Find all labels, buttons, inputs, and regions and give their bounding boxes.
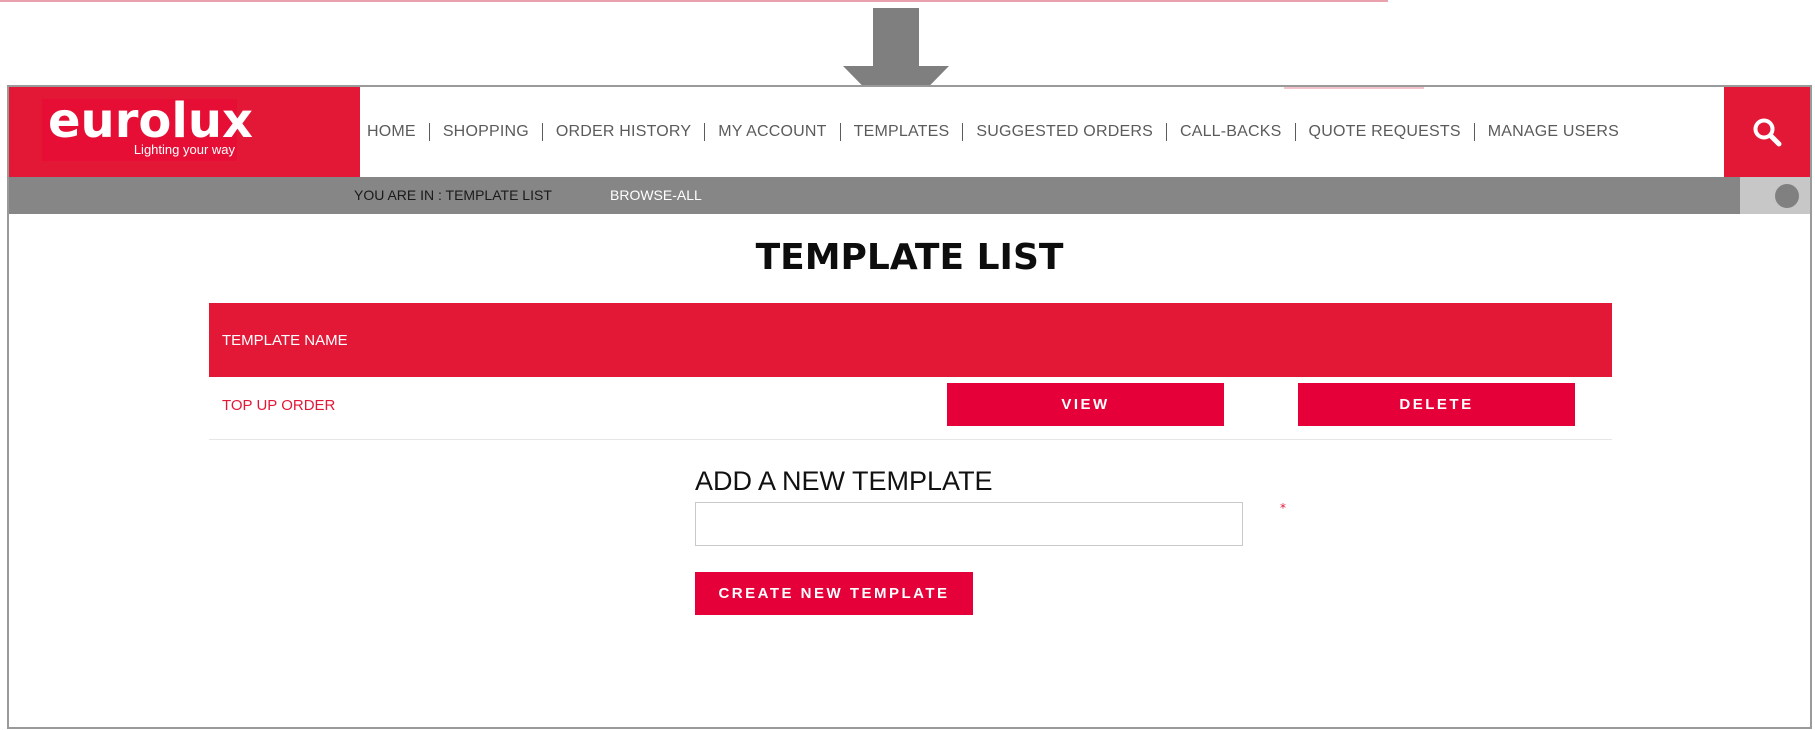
create-new-template-button[interactable]: CREATE NEW TEMPLATE [695,572,973,615]
search-button[interactable] [1724,87,1810,177]
toggle-knob [1775,184,1799,208]
top-divider-line [0,0,1388,2]
template-name-link[interactable]: TOP UP ORDER [222,397,335,414]
breadcrumb-location: YOU ARE IN : TEMPLATE LIST [354,187,552,203]
table-row: TOP UP ORDER VIEW DELETE [209,377,1612,440]
nav-separator [428,123,430,141]
logo: eurolux Lighting your way [42,93,253,161]
nav-separator [704,123,706,141]
main-nav: HOME SHOPPING ORDER HISTORY MY ACCOUNT T… [367,120,1619,144]
toggle-switch[interactable] [1740,177,1810,214]
add-template-heading: ADD A NEW TEMPLATE [695,466,993,496]
delete-button[interactable]: DELETE [1298,383,1575,426]
nav-separator [1165,123,1167,141]
nav-suggested-orders[interactable]: SUGGESTED ORDERS [976,123,1153,141]
required-marker: * [1280,501,1286,515]
nav-call-backs[interactable]: CALL-BACKS [1180,123,1282,141]
page-title: TEMPLATE LIST [755,237,1064,278]
nav-separator [839,123,841,141]
breadcrumb: YOU ARE IN : TEMPLATE LIST BROWSE-ALL [9,177,1810,214]
table-header: TEMPLATE NAME [209,303,1612,377]
site-header: eurolux Lighting your way HOME SHOPPING … [9,87,1810,177]
nav-separator [1473,123,1475,141]
nav-separator [541,123,543,141]
nav-home[interactable]: HOME [367,123,416,141]
nav-order-history[interactable]: ORDER HISTORY [556,123,691,141]
logo-area[interactable]: eurolux Lighting your way [9,87,360,177]
view-button[interactable]: VIEW [947,383,1224,426]
nav-shopping[interactable]: SHOPPING [443,123,529,141]
logo-text: eurolux [48,93,253,149]
column-header-template-name: TEMPLATE NAME [222,332,348,349]
browser-frame: eurolux Lighting your way HOME SHOPPING … [7,85,1812,729]
logo-tagline: Lighting your way [133,142,235,157]
nav-separator [1294,123,1296,141]
nav-quote-requests[interactable]: QUOTE REQUESTS [1309,123,1461,141]
nav-active-accent [1284,87,1424,89]
nav-templates[interactable]: TEMPLATES [854,123,950,141]
nav-my-account[interactable]: MY ACCOUNT [718,123,826,141]
nav-manage-users[interactable]: MANAGE USERS [1488,123,1619,141]
template-name-input[interactable] [695,502,1243,546]
breadcrumb-browse-all-link[interactable]: BROWSE-ALL [610,187,702,203]
nav-separator [962,123,964,141]
search-icon [1753,118,1782,147]
